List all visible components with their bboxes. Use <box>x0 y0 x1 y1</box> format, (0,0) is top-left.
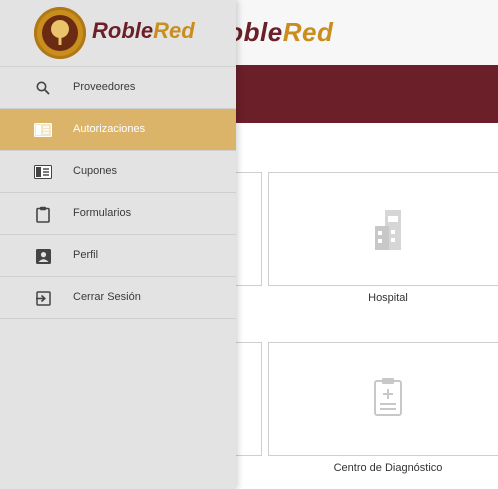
menu-label-autorizaciones: Autorizaciones <box>73 123 146 135</box>
card-diagnostic[interactable] <box>268 342 498 456</box>
drawer-menu: Proveedores Autorizaciones Cupones Formu… <box>0 67 236 319</box>
clipboard-medical-icon <box>374 378 402 416</box>
logout-icon <box>34 289 52 307</box>
menu-item-cerrar-sesion[interactable]: Cerrar Sesión <box>0 277 236 319</box>
navigation-drawer: RobleRed Proveedores Autorizaciones Cupo… <box>0 0 236 489</box>
card-diagnostic-label: Centro de Diagnóstico <box>333 462 443 474</box>
card-icon <box>34 121 52 139</box>
card-hospital[interactable] <box>268 172 498 286</box>
card-hospital-label: Hospital <box>368 292 408 304</box>
menu-item-formularios[interactable]: Formularios <box>0 193 236 235</box>
card-icon <box>34 163 52 181</box>
hospital-icon <box>375 210 401 250</box>
menu-label-perfil: Perfil <box>73 249 99 261</box>
drawer-header: RobleRed <box>0 0 236 67</box>
menu-item-perfil[interactable]: Perfil <box>0 235 236 277</box>
menu-label-cerrar-sesion: Cerrar Sesión <box>73 291 141 303</box>
brand-name: RobleRed <box>92 18 195 43</box>
menu-item-autorizaciones[interactable]: Autorizaciones <box>0 109 236 151</box>
menu-item-cupones[interactable]: Cupones <box>0 151 236 193</box>
menu-item-proveedores[interactable]: Proveedores <box>0 67 236 109</box>
brand-logo-icon <box>34 7 86 59</box>
menu-label-cupones: Cupones <box>73 165 118 177</box>
account-box-icon <box>34 247 52 265</box>
clipboard-icon <box>34 205 52 223</box>
menu-label-formularios: Formularios <box>73 207 132 219</box>
search-icon <box>34 79 52 97</box>
menu-label-proveedores: Proveedores <box>73 81 136 93</box>
